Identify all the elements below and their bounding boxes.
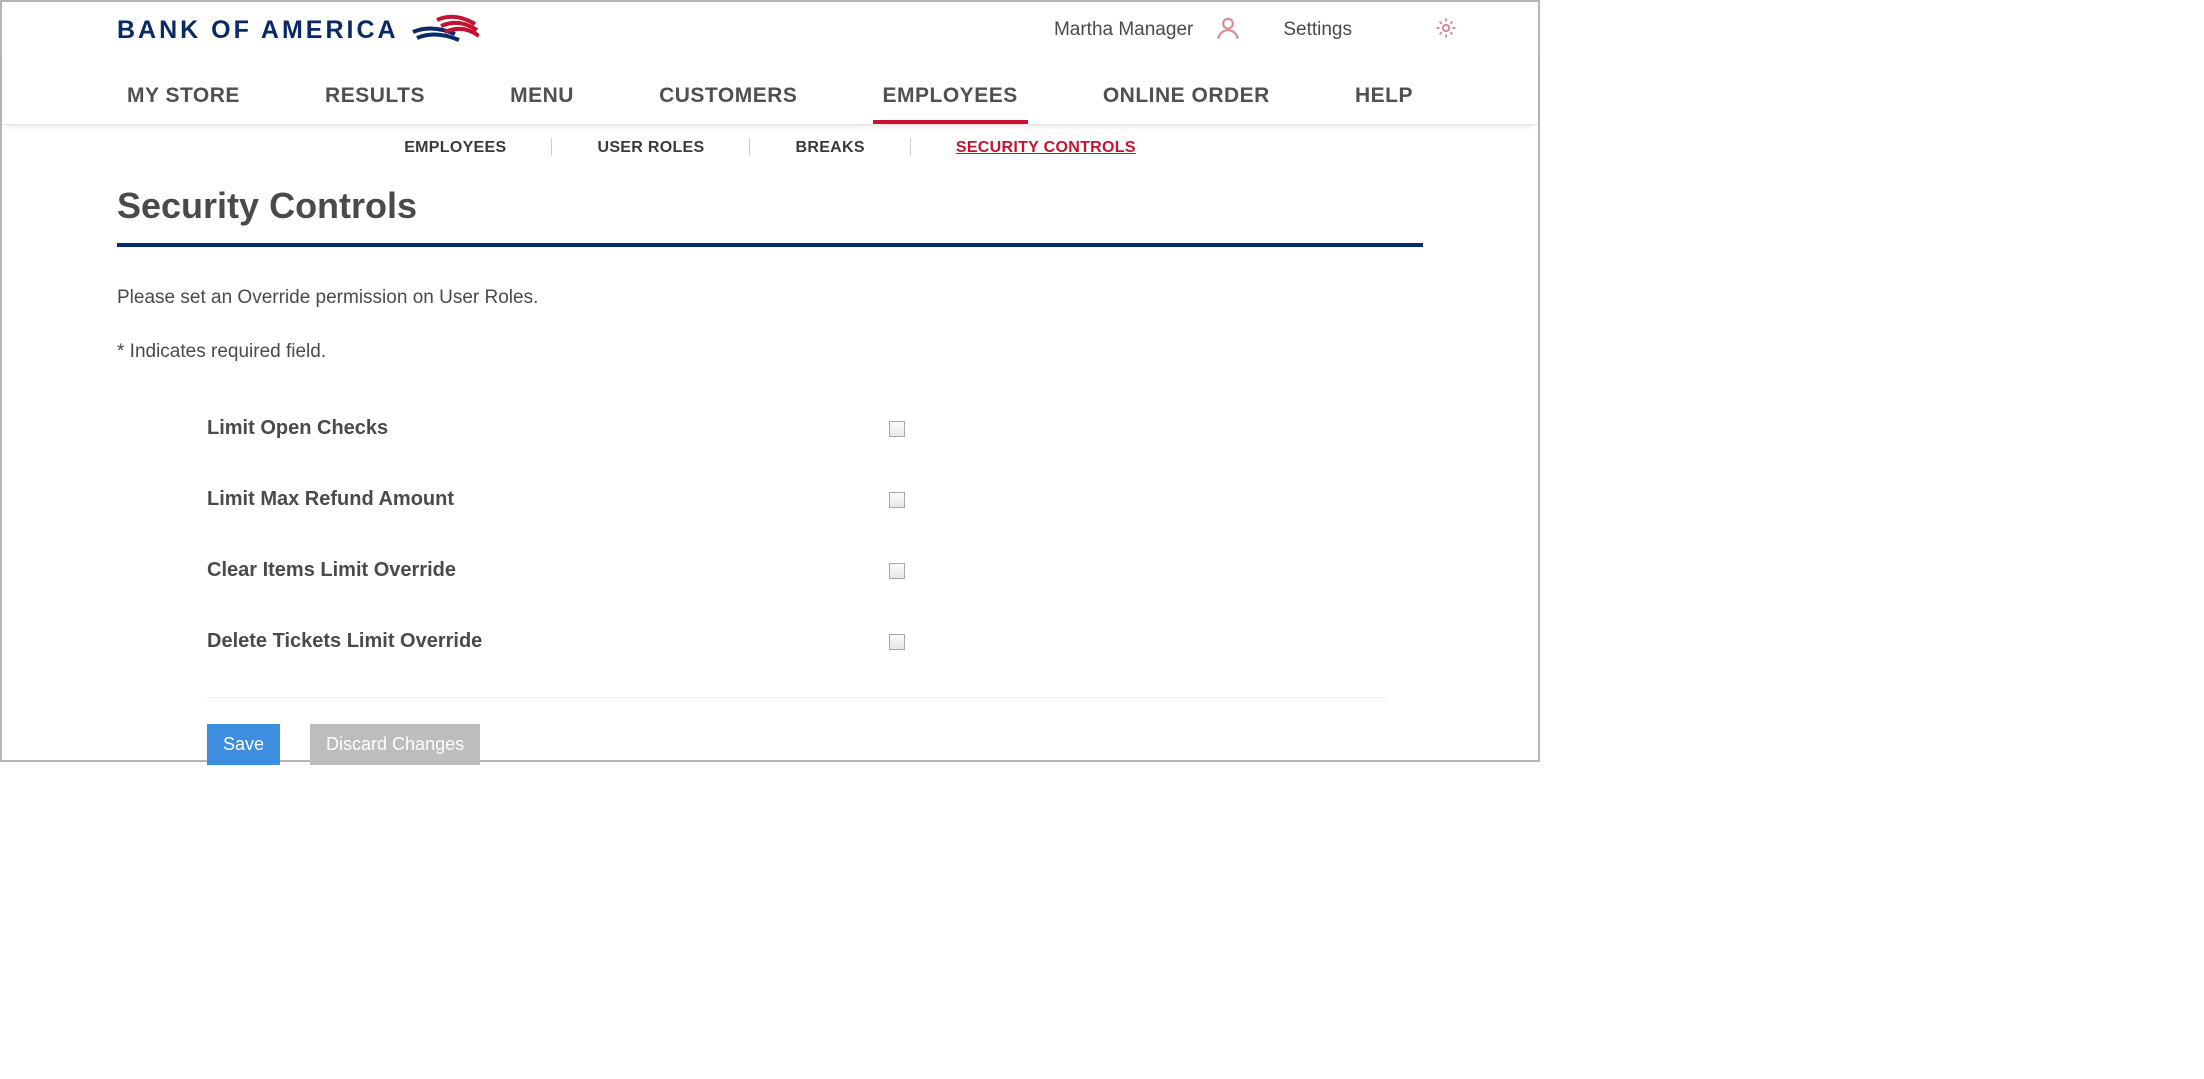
checkbox-limit-open-checks[interactable] — [889, 421, 905, 437]
gear-icon[interactable] — [1374, 16, 1458, 45]
discard-changes-button[interactable]: Discard Changes — [310, 724, 480, 765]
form-label: Limit Open Checks — [207, 417, 889, 440]
save-button[interactable]: Save — [207, 724, 280, 765]
form-label: Clear Items Limit Override — [207, 559, 889, 582]
sub-nav: EMPLOYEES USER ROLES BREAKS SECURITY CONTRO… — [2, 125, 1538, 167]
flag-icon — [411, 14, 479, 46]
checkbox-clear-items-limit-override[interactable] — [889, 563, 905, 579]
required-note: * Indicates required field. — [2, 341, 1538, 363]
form-separator — [207, 697, 1387, 698]
user-name[interactable]: Martha Manager — [1054, 19, 1193, 41]
main-nav: MY STORE RESULTS MENU CUSTOMERS EMPLOYEES ONL… — [2, 46, 1538, 125]
logo: BANK OF AMERICA — [117, 14, 479, 46]
page-title: Security Controls — [2, 167, 1538, 243]
intro-text: Please set an Override permission on Use… — [2, 287, 1538, 309]
sub-nav-user-roles[interactable]: USER ROLES — [597, 139, 704, 157]
sub-nav-employees[interactable]: EMPLOYEES — [404, 139, 506, 157]
main-nav-online-order[interactable]: ONLINE ORDER — [1093, 78, 1280, 124]
sub-nav-breaks[interactable]: BREAKS — [795, 139, 864, 157]
title-underline — [117, 243, 1423, 247]
checkbox-limit-max-refund-amount[interactable] — [889, 492, 905, 508]
form-row: Limit Open Checks — [207, 403, 1387, 474]
main-nav-results[interactable]: RESULTS — [315, 78, 435, 124]
form-label: Limit Max Refund Amount — [207, 488, 889, 511]
main-nav-employees[interactable]: EMPLOYEES — [873, 78, 1028, 124]
form-row: Clear Items Limit Override — [207, 545, 1387, 616]
sub-nav-security-controls[interactable]: SECURITY CONTROLS — [956, 139, 1136, 157]
checkbox-delete-tickets-limit-override[interactable] — [889, 634, 905, 650]
form-row: Delete Tickets Limit Override — [207, 616, 1387, 687]
form-row: Limit Max Refund Amount — [207, 474, 1387, 545]
main-nav-customers[interactable]: CUSTOMERS — [649, 78, 807, 124]
form-label: Delete Tickets Limit Override — [207, 630, 889, 653]
main-nav-menu[interactable]: MENU — [500, 78, 584, 124]
main-nav-help[interactable]: HELP — [1345, 78, 1423, 124]
user-icon[interactable] — [1215, 15, 1241, 46]
logo-text: BANK OF AMERICA — [117, 16, 399, 45]
main-nav-my-store[interactable]: MY STORE — [117, 78, 250, 124]
divider — [551, 138, 552, 156]
divider — [749, 138, 750, 156]
settings-link[interactable]: Settings — [1283, 19, 1352, 41]
divider — [910, 138, 911, 156]
